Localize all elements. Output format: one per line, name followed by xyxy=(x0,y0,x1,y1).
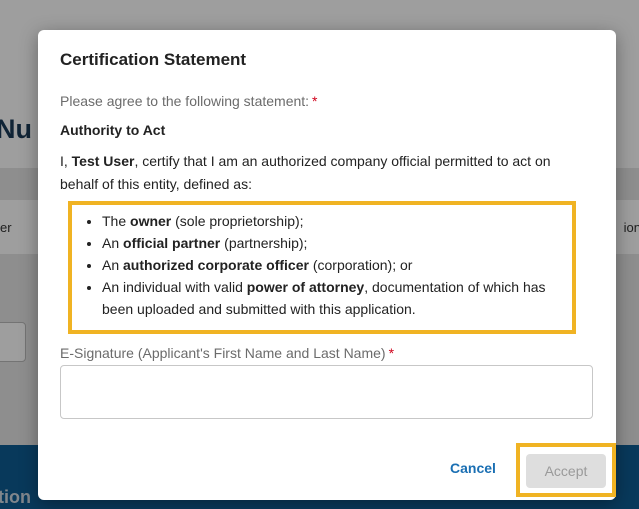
definition-text: The xyxy=(102,213,131,229)
definition-term: official partner xyxy=(123,235,221,251)
definition-text: An xyxy=(102,257,124,273)
definition-term: power of attorney xyxy=(246,279,365,295)
definition-item: An authorized corporate officer (corpora… xyxy=(102,254,576,276)
agreement-prompt: Please agree to the following statement:… xyxy=(60,93,318,109)
dialog-title: Certification Statement xyxy=(60,50,247,69)
definition-text: (partnership); xyxy=(220,235,308,251)
certification-text: I, Test User, certify that I am an autho… xyxy=(60,150,560,196)
definition-item: An official partner (partnership); xyxy=(102,232,576,254)
required-marker: * xyxy=(312,93,318,109)
esignature-label: E-Signature (Applicant's First Name and … xyxy=(60,345,394,361)
screen: Nu er ion tion Certification Statement P… xyxy=(0,0,639,509)
definition-term: authorized corporate officer xyxy=(123,257,309,273)
certification-suffix: , certify that I am an authorized compan… xyxy=(60,153,551,192)
cancel-button[interactable]: Cancel xyxy=(450,460,496,476)
required-marker: * xyxy=(388,345,395,361)
definition-text: (sole proprietorship); xyxy=(171,213,304,229)
certification-dialog: Certification Statement Please agree to … xyxy=(38,30,616,500)
definition-term: owner xyxy=(130,213,172,229)
accept-button[interactable]: Accept xyxy=(526,454,606,488)
definition-item: The owner (sole proprietorship); xyxy=(102,210,576,232)
esignature-label-text: E-Signature (Applicant's First Name and … xyxy=(60,345,386,361)
definition-text: An xyxy=(102,235,124,251)
certification-prefix: I, xyxy=(60,153,72,169)
definition-text: An individual with valid xyxy=(102,279,247,295)
definitions-list: The owner (sole proprietorship); An offi… xyxy=(84,210,576,320)
definition-text: (corporation); or xyxy=(308,257,413,273)
user-name: Test User xyxy=(71,153,135,169)
esignature-input[interactable] xyxy=(60,365,593,419)
section-title: Authority to Act xyxy=(60,122,166,138)
definition-item: An individual with valid power of attorn… xyxy=(102,276,576,320)
agreement-prompt-text: Please agree to the following statement: xyxy=(60,93,310,109)
